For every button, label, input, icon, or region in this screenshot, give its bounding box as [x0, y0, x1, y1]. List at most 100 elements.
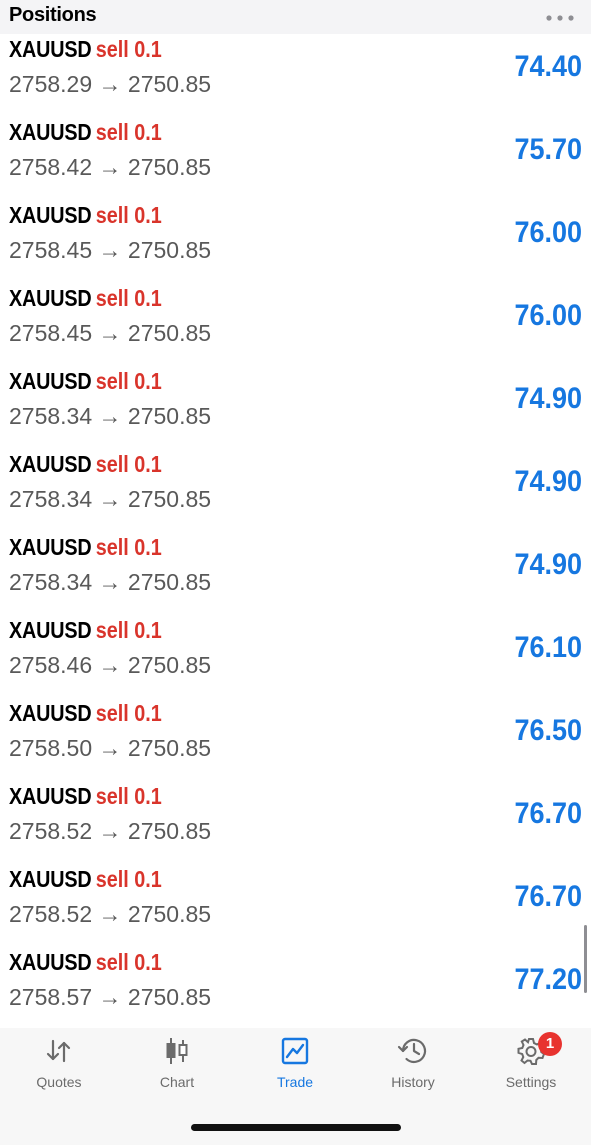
position-title: XAUUSD sell 0.1	[9, 451, 162, 478]
open-price: 2758.52	[9, 818, 93, 844]
position-profit: 74.40	[514, 50, 582, 83]
positions-header: Positions	[0, 0, 591, 34]
current-price: 2750.85	[127, 237, 212, 263]
position-prices: 2758.46 → 2750.85	[9, 652, 211, 679]
position-symbol: XAUUSD	[9, 949, 92, 975]
position-type: sell 0.1	[95, 617, 162, 643]
tab-history[interactable]: History	[354, 1036, 472, 1106]
position-row[interactable]: XAUUSD sell 0.1 2758.52 → 2750.85 76.70	[0, 864, 591, 947]
position-prices: 2758.57 → 2750.85	[9, 984, 211, 1011]
open-price: 2758.57	[9, 984, 93, 1010]
open-price: 2758.34	[9, 486, 93, 512]
position-row[interactable]: XAUUSD sell 0.1 2758.52 → 2750.85 76.70	[0, 781, 591, 864]
current-price: 2750.85	[127, 735, 212, 761]
position-symbol: XAUUSD	[9, 617, 92, 643]
position-row[interactable]: XAUUSD sell 0.1 2758.46 → 2750.85 76.10	[0, 615, 591, 698]
current-price: 2750.85	[127, 901, 212, 927]
current-price: 2750.85	[127, 818, 212, 844]
arrow-icon: →	[98, 403, 122, 429]
position-type: sell 0.1	[95, 949, 162, 975]
open-price: 2758.42	[9, 154, 93, 180]
position-row[interactable]: XAUUSD sell 0.1 2758.42 → 2750.85 75.70	[0, 117, 591, 200]
position-profit: 74.90	[514, 548, 582, 581]
position-symbol: XAUUSD	[9, 202, 92, 228]
position-prices: 2758.29 → 2750.85	[9, 71, 211, 98]
position-title: XAUUSD sell 0.1	[9, 783, 162, 810]
position-prices: 2758.34 → 2750.85	[9, 403, 211, 430]
position-symbol: XAUUSD	[9, 700, 92, 726]
position-type: sell 0.1	[95, 451, 162, 477]
position-prices: 2758.52 → 2750.85	[9, 901, 211, 928]
arrow-icon: →	[98, 984, 122, 1010]
current-price: 2750.85	[127, 71, 212, 97]
open-price: 2758.45	[9, 237, 93, 263]
candlestick-chart-icon	[166, 1038, 188, 1064]
position-prices: 2758.50 → 2750.85	[9, 735, 211, 762]
position-title: XAUUSD sell 0.1	[9, 534, 162, 561]
tab-chart[interactable]: Chart	[118, 1036, 236, 1106]
position-type: sell 0.1	[95, 866, 162, 892]
position-profit: 77.20	[514, 963, 582, 996]
position-type: sell 0.1	[95, 202, 162, 228]
position-symbol: XAUUSD	[9, 451, 92, 477]
position-profit: 76.70	[514, 880, 582, 913]
tab-settings[interactable]: 1 Settings	[472, 1032, 590, 1106]
open-price: 2758.34	[9, 403, 93, 429]
position-symbol: XAUUSD	[9, 866, 92, 892]
page-title: Positions	[9, 4, 97, 26]
position-row[interactable]: XAUUSD sell 0.1 2758.34 → 2750.85 74.90	[0, 366, 591, 449]
position-symbol: XAUUSD	[9, 368, 92, 394]
open-price: 2758.52	[9, 901, 93, 927]
open-price: 2758.34	[9, 569, 93, 595]
position-row[interactable]: XAUUSD sell 0.1 2758.50 → 2750.85 76.50	[0, 698, 591, 781]
current-price: 2750.85	[127, 652, 212, 678]
position-row[interactable]: XAUUSD sell 0.1 2758.34 → 2750.85 74.90	[0, 449, 591, 532]
position-type: sell 0.1	[95, 285, 162, 311]
arrow-icon: →	[98, 818, 122, 844]
tab-label: Chart	[159, 1074, 195, 1090]
tab-label: History	[391, 1074, 435, 1090]
positions-list: XAUUSD sell 0.1 2758.29 → 2750.85 74.40 X…	[0, 34, 591, 1030]
position-prices: 2758.42 → 2750.85	[9, 154, 211, 181]
position-symbol: XAUUSD	[9, 119, 92, 145]
position-row[interactable]: XAUUSD sell 0.1 2758.34 → 2750.85 74.90	[0, 532, 591, 615]
position-type: sell 0.1	[95, 783, 162, 809]
position-row[interactable]: XAUUSD sell 0.1 2758.57 → 2750.85 77.20	[0, 947, 591, 1030]
position-title: XAUUSD sell 0.1	[9, 285, 162, 312]
position-type: sell 0.1	[95, 119, 162, 145]
position-prices: 2758.45 → 2750.85	[9, 320, 211, 347]
current-price: 2750.85	[127, 486, 212, 512]
arrow-icon: →	[98, 237, 122, 263]
position-row[interactable]: XAUUSD sell 0.1 2758.45 → 2750.85 76.00	[0, 200, 591, 283]
current-price: 2750.85	[127, 403, 212, 429]
position-profit: 74.90	[514, 465, 582, 498]
position-row[interactable]: XAUUSD sell 0.1 2758.29 → 2750.85 74.40	[0, 34, 591, 117]
scrollbar[interactable]	[584, 925, 587, 993]
position-symbol: XAUUSD	[9, 783, 92, 809]
position-profit: 76.70	[514, 797, 582, 830]
tab-label: Quotes	[36, 1074, 82, 1090]
position-type: sell 0.1	[95, 368, 162, 394]
position-title: XAUUSD sell 0.1	[9, 368, 162, 395]
arrow-icon: →	[98, 735, 122, 761]
more-horizontal-icon[interactable]	[545, 10, 575, 28]
tab-trade[interactable]: Trade	[236, 1036, 354, 1106]
position-symbol: XAUUSD	[9, 36, 92, 62]
current-price: 2750.85	[127, 984, 212, 1010]
position-title: XAUUSD sell 0.1	[9, 119, 162, 146]
open-price: 2758.29	[9, 71, 93, 97]
position-row[interactable]: XAUUSD sell 0.1 2758.45 → 2750.85 76.00	[0, 283, 591, 366]
trade-chart-icon	[281, 1037, 309, 1065]
position-profit: 76.00	[514, 216, 582, 249]
history-clock-icon	[397, 1038, 427, 1064]
tab-quotes[interactable]: Quotes	[0, 1036, 118, 1106]
position-prices: 2758.34 → 2750.85	[9, 486, 211, 513]
arrow-icon: →	[98, 320, 122, 346]
arrow-icon: →	[98, 901, 122, 927]
position-profit: 76.10	[514, 631, 582, 664]
position-title: XAUUSD sell 0.1	[9, 617, 162, 644]
position-prices: 2758.52 → 2750.85	[9, 818, 211, 845]
open-price: 2758.45	[9, 320, 93, 346]
tab-label: Trade	[276, 1074, 314, 1090]
arrow-icon: →	[98, 652, 122, 678]
